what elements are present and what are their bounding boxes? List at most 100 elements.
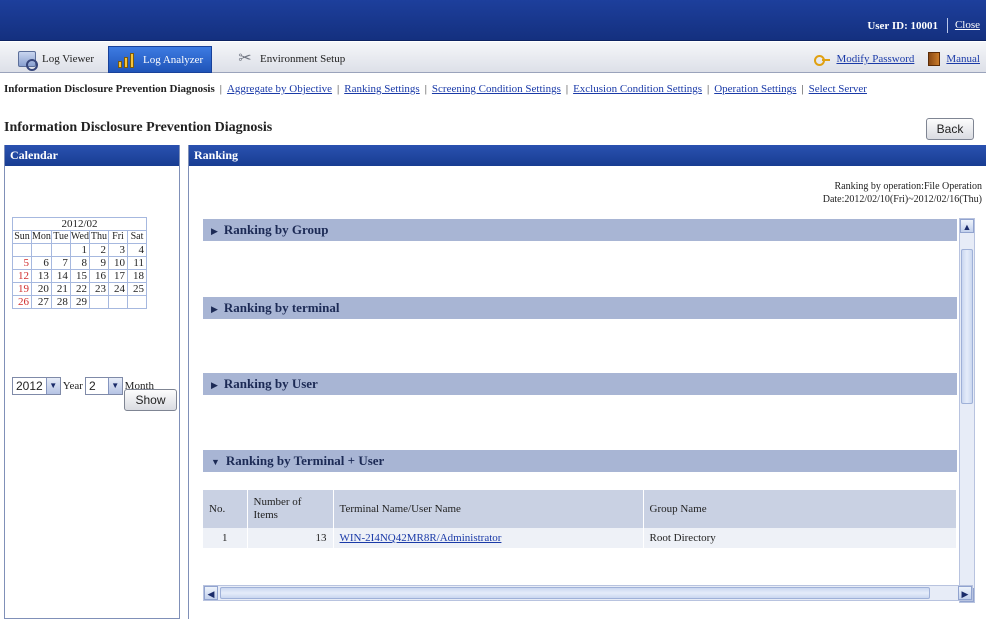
section-ranking-by-terminal[interactable]: ▶ Ranking by terminal <box>203 297 957 319</box>
section-label: Ranking by Group <box>223 222 329 237</box>
horizontal-scroll-thumb[interactable] <box>220 587 930 599</box>
month-select-value: 2 <box>88 379 96 393</box>
calendar-day[interactable]: 9 <box>88 256 109 270</box>
vertical-scrollbar[interactable]: ▲ ▼ <box>959 218 975 603</box>
cell-no: 1 <box>203 528 248 548</box>
horizontal-scrollbar[interactable]: ◀ ▶ <box>203 585 973 601</box>
ranking-table: No. Number of Items Terminal Name/User N… <box>203 490 957 548</box>
calendar-day[interactable]: 22 <box>69 282 90 296</box>
log-viewer-icon <box>18 51 38 71</box>
tab-label: Environment Setup <box>260 53 346 65</box>
ranking-info: Ranking by operation:File Operation Date… <box>823 180 982 206</box>
calendar-day[interactable]: 24 <box>107 282 128 296</box>
submenu-operation-settings[interactable]: Operation Settings <box>714 83 796 95</box>
user-id-label: User ID: 10001 <box>867 20 938 32</box>
calendar-day <box>88 295 109 309</box>
calendar-day[interactable]: 15 <box>69 269 90 283</box>
calendar-day[interactable]: 12 <box>12 269 32 283</box>
submenu-screening-condition-settings[interactable]: Screening Condition Settings <box>432 83 561 95</box>
calendar-day[interactable]: 5 <box>12 256 32 270</box>
calendar-day[interactable]: 27 <box>31 295 52 309</box>
column-header-no: No. <box>203 490 248 528</box>
weekday-label: Tue <box>50 230 71 244</box>
section-ranking-by-user[interactable]: ▶ Ranking by User <box>203 373 957 395</box>
chevron-down-icon[interactable]: ▼ <box>107 378 122 394</box>
tab-environment-setup[interactable]: ✂ Environment Setup <box>228 47 353 71</box>
calendar-day[interactable]: 2 <box>88 243 109 257</box>
calendar-day[interactable]: 17 <box>107 269 128 283</box>
scroll-up-icon[interactable]: ▲ <box>960 219 974 233</box>
submenu-select-server[interactable]: Select Server <box>809 83 867 95</box>
manual-book-icon <box>928 52 941 66</box>
vertical-scroll-thumb[interactable] <box>961 249 973 404</box>
cell-group-name: Root Directory <box>643 528 957 548</box>
calendar-day[interactable]: 20 <box>31 282 52 296</box>
tab-log-analyzer[interactable]: Log Analyzer <box>108 46 213 73</box>
calendar-day[interactable]: 4 <box>126 243 147 257</box>
manual-link[interactable]: Manual <box>946 53 980 65</box>
section-label: Ranking by Terminal + User <box>225 453 385 468</box>
back-button[interactable]: Back <box>926 118 974 140</box>
year-select[interactable]: 2012 ▼ <box>12 377 61 395</box>
calendar-day[interactable]: 3 <box>107 243 128 257</box>
calendar-day[interactable]: 25 <box>126 282 147 296</box>
calendar-day <box>107 295 128 309</box>
key-icon <box>814 53 831 66</box>
calendar-day[interactable]: 19 <box>12 282 32 296</box>
top-header: User ID: 10001 Close <box>0 0 986 41</box>
calendar-panel: Calendar 2012/02 Sun Mon Tue Wed Thu Fri… <box>4 145 180 619</box>
cell-number-of-items: 13 <box>247 528 334 548</box>
section-ranking-by-terminal-user[interactable]: ▼ Ranking by Terminal + User <box>203 450 957 472</box>
account-links: Modify Password Manual <box>814 52 980 66</box>
scroll-left-icon[interactable]: ◀ <box>204 586 218 600</box>
column-header-terminal-user: Terminal Name/User Name <box>333 490 644 528</box>
month-select[interactable]: 2 ▼ <box>84 377 123 395</box>
calendar-day[interactable]: 29 <box>69 295 90 309</box>
tab-label: Log Analyzer <box>143 53 204 66</box>
column-header-group-name: Group Name <box>643 490 957 528</box>
sub-menu: Information Disclosure Prevention Diagno… <box>4 83 867 95</box>
calendar-day[interactable]: 16 <box>88 269 109 283</box>
page-title: Information Disclosure Prevention Diagno… <box>4 120 273 135</box>
calendar-day[interactable]: 21 <box>50 282 71 296</box>
calendar-day[interactable]: 28 <box>50 295 71 309</box>
column-header-number-of-items: Number of Items <box>247 490 334 528</box>
submenu-ranking-settings[interactable]: Ranking Settings <box>344 83 419 95</box>
modify-password-link[interactable]: Modify Password <box>836 53 914 65</box>
weekday-label: Sun <box>12 230 32 244</box>
calendar-day[interactable]: 11 <box>126 256 147 270</box>
calendar-day[interactable]: 13 <box>31 269 52 283</box>
section-ranking-by-group[interactable]: ▶ Ranking by Group <box>203 219 957 241</box>
weekday-label: Fri <box>107 230 128 244</box>
weekday-label: Thu <box>88 230 109 244</box>
submenu-exclusion-condition-settings[interactable]: Exclusion Condition Settings <box>573 83 702 95</box>
calendar-day[interactable]: 8 <box>69 256 90 270</box>
calendar-day[interactable]: 23 <box>88 282 109 296</box>
calendar-day[interactable]: 14 <box>50 269 71 283</box>
table-header-row: No. Number of Items Terminal Name/User N… <box>203 490 957 528</box>
calendar-day[interactable]: 6 <box>31 256 52 270</box>
chevron-down-icon[interactable]: ▼ <box>45 378 60 394</box>
calendar-day[interactable]: 10 <box>107 256 128 270</box>
ranking-operation-text: Ranking by operation:File Operation <box>834 181 982 192</box>
calendar-day[interactable]: 7 <box>50 256 71 270</box>
calendar-year-month: 2012/02 <box>12 217 147 231</box>
year-select-value: 2012 <box>16 379 43 393</box>
calendar-day[interactable]: 26 <box>12 295 32 309</box>
terminal-user-link[interactable]: WIN-2I4NQ42MR8R/Administrator <box>340 532 502 544</box>
collapse-triangle-icon: ▼ <box>211 457 220 467</box>
show-button[interactable]: Show <box>124 389 177 411</box>
scroll-right-icon[interactable]: ▶ <box>958 586 972 600</box>
expand-triangle-icon: ▶ <box>211 380 218 390</box>
calendar-day <box>50 243 71 257</box>
close-link[interactable]: Close <box>955 19 980 31</box>
calendar-day[interactable]: 1 <box>69 243 90 257</box>
tab-log-viewer[interactable]: Log Viewer <box>10 47 102 71</box>
calendar-grid: 2012/02 Sun Mon Tue Wed Thu Fri Sat 1 2 … <box>12 217 147 309</box>
submenu-aggregate-by-objective[interactable]: Aggregate by Objective <box>227 83 332 95</box>
tab-label: Log Viewer <box>42 53 94 65</box>
calendar-day <box>126 295 147 309</box>
calendar-day <box>31 243 52 257</box>
calendar-day[interactable]: 18 <box>126 269 147 283</box>
environment-setup-icon: ✂ <box>238 50 252 67</box>
